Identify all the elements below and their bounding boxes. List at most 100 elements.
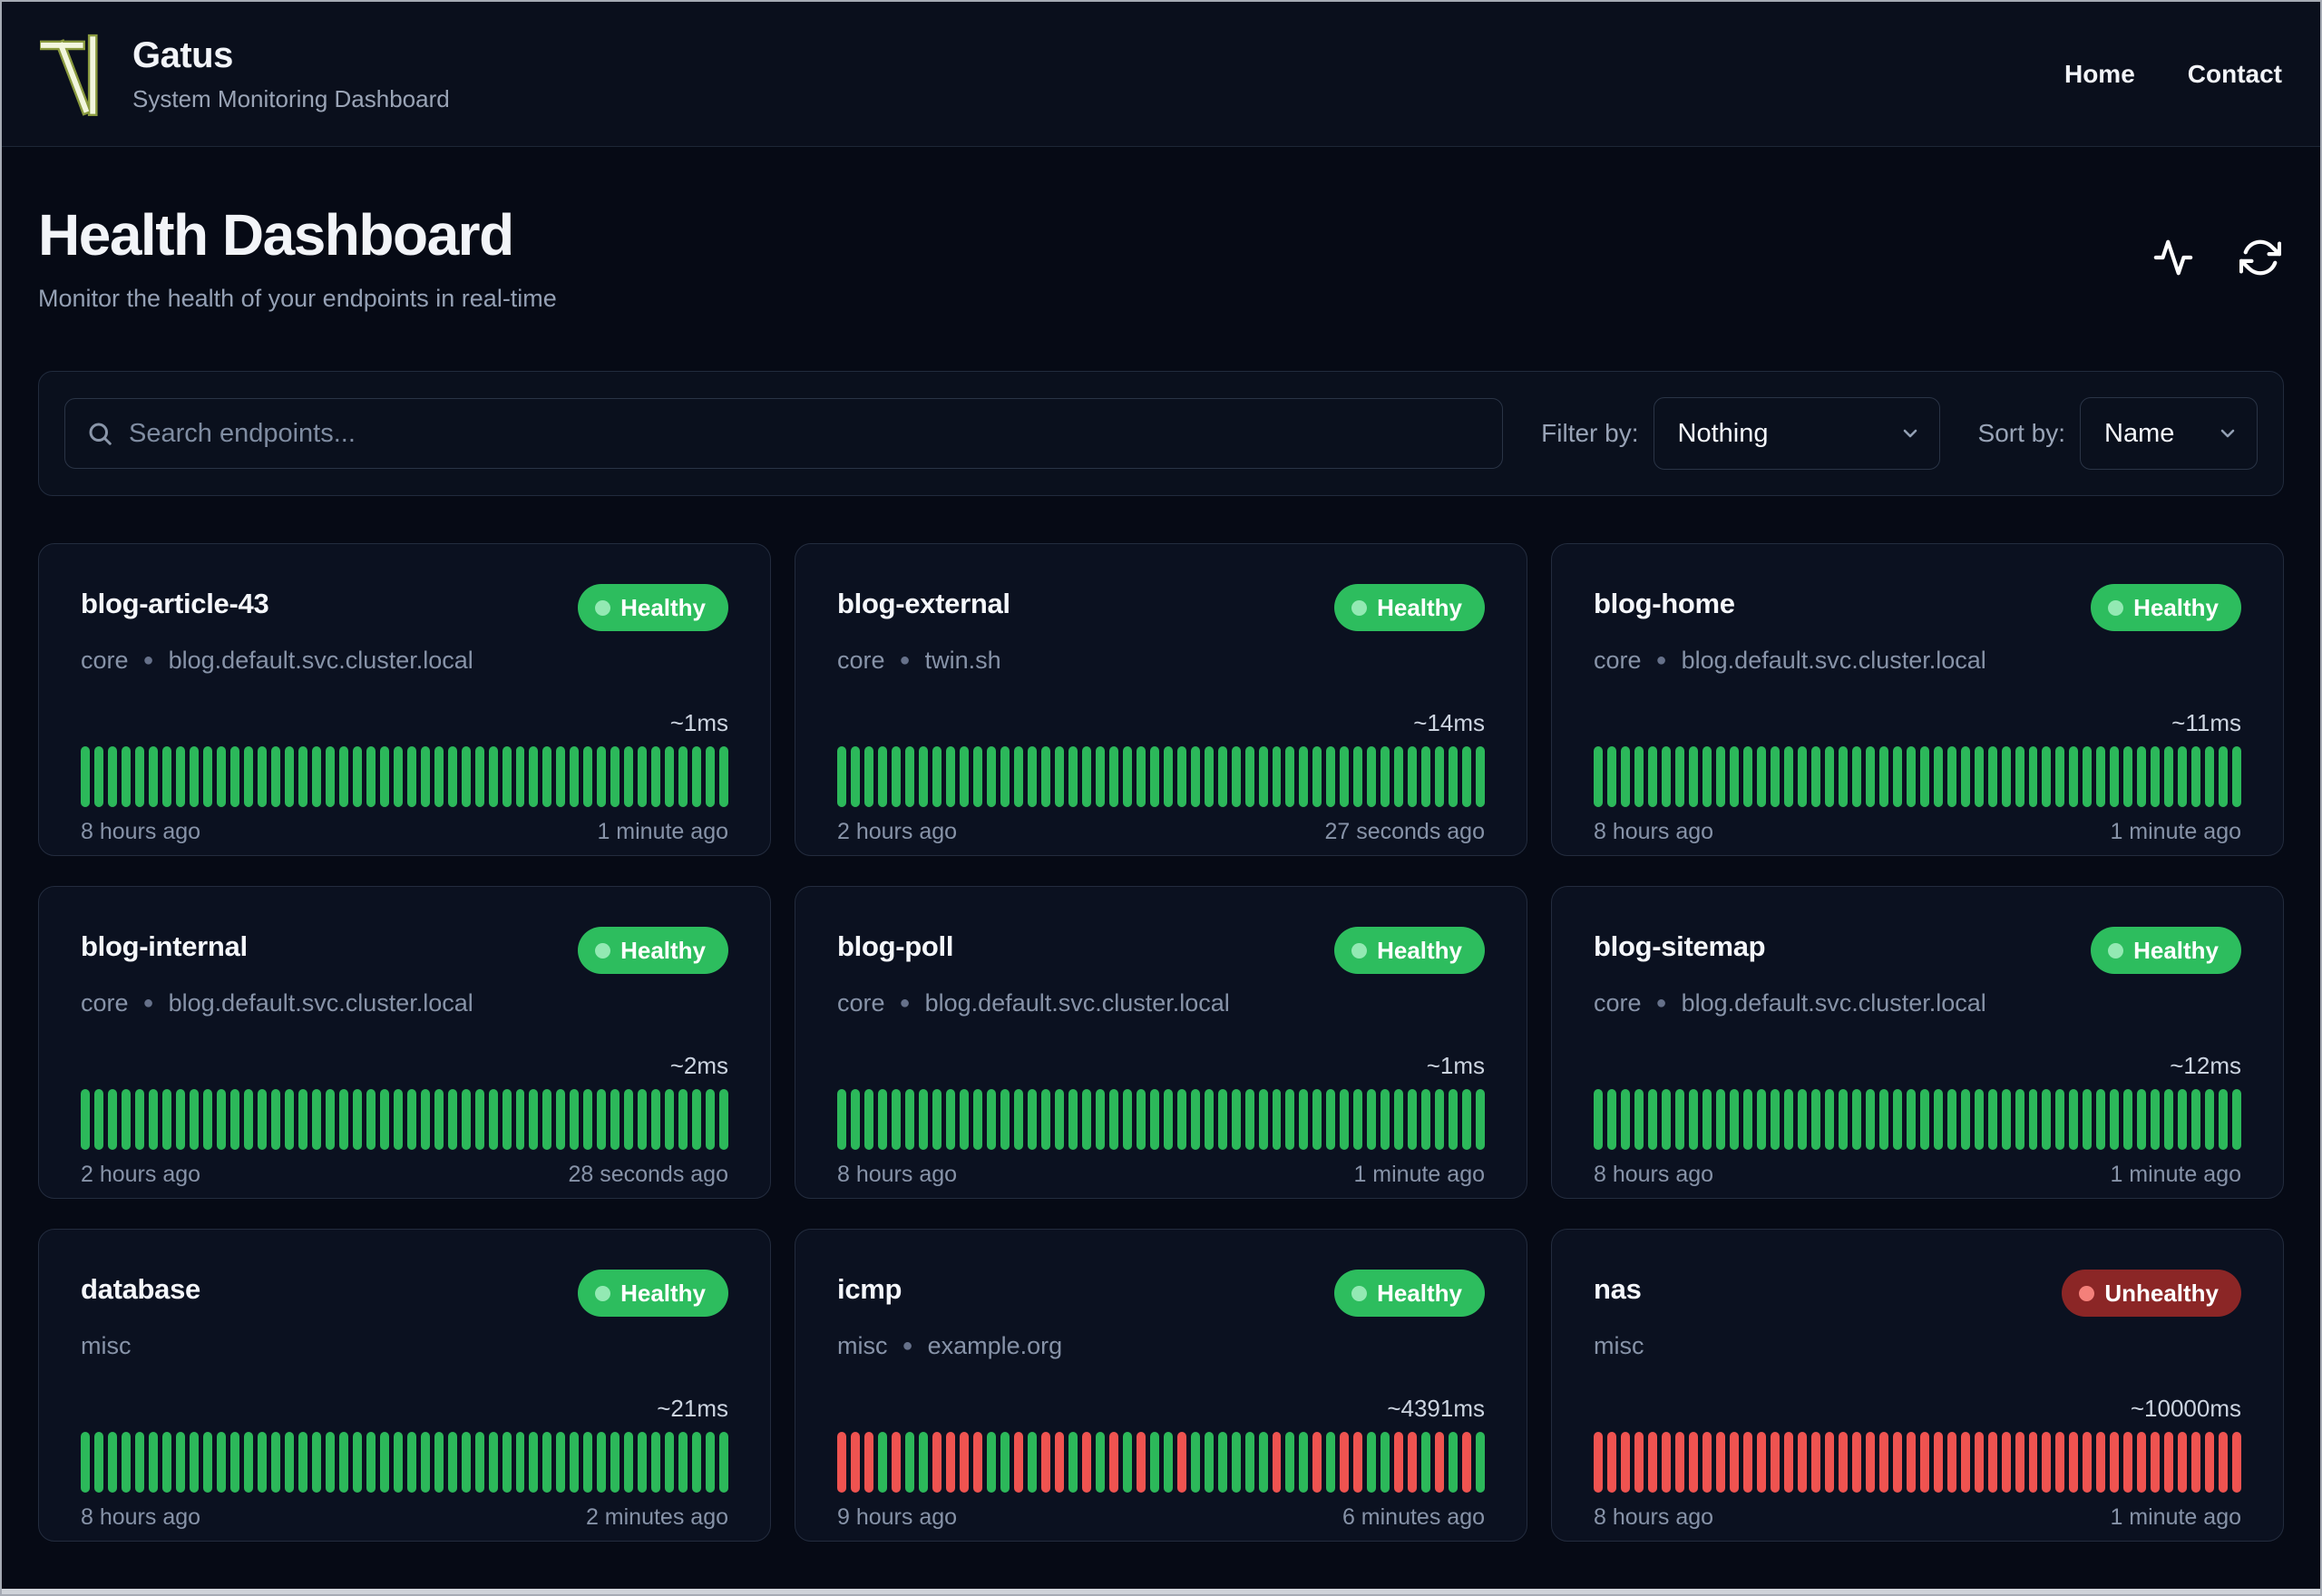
health-bar[interactable]: [665, 1432, 675, 1493]
health-bar[interactable]: [678, 1432, 688, 1493]
health-bar[interactable]: [1824, 1432, 1834, 1493]
search-input[interactable]: [64, 398, 1504, 469]
health-bar[interactable]: [1688, 1089, 1698, 1150]
health-bar[interactable]: [2232, 746, 2242, 807]
health-bar[interactable]: [837, 746, 846, 807]
health-bar[interactable]: [1919, 1432, 1929, 1493]
health-bar[interactable]: [2042, 746, 2052, 807]
health-bar[interactable]: [1272, 1089, 1282, 1150]
health-bar[interactable]: [2110, 1432, 2120, 1493]
health-bar[interactable]: [556, 1432, 566, 1493]
health-bar[interactable]: [202, 1432, 212, 1493]
health-bar[interactable]: [1770, 1089, 1780, 1150]
activity-icon[interactable]: [2150, 234, 2197, 281]
health-bar[interactable]: [904, 746, 914, 807]
health-bar[interactable]: [863, 1089, 873, 1150]
health-bar[interactable]: [1312, 1432, 1322, 1493]
health-bar[interactable]: [134, 1432, 144, 1493]
health-bar[interactable]: [1244, 1089, 1254, 1150]
health-bar[interactable]: [1081, 1089, 1091, 1150]
health-bar[interactable]: [1435, 1089, 1445, 1150]
health-bar[interactable]: [1421, 746, 1431, 807]
health-bar[interactable]: [1000, 746, 1010, 807]
health-bar[interactable]: [515, 1432, 525, 1493]
health-bar[interactable]: [1013, 1089, 1023, 1150]
health-bar[interactable]: [692, 746, 702, 807]
health-bar[interactable]: [1408, 746, 1418, 807]
health-bar[interactable]: [352, 1089, 362, 1150]
health-bar[interactable]: [2137, 1089, 2147, 1150]
health-bar[interactable]: [1620, 1089, 1630, 1150]
health-bar[interactable]: [1217, 1089, 1227, 1150]
endpoint-card[interactable]: database Healthy misc ~21ms 8 hours ago …: [38, 1229, 771, 1542]
health-bar[interactable]: [1756, 746, 1766, 807]
health-bar[interactable]: [986, 746, 996, 807]
health-bar[interactable]: [229, 1432, 239, 1493]
health-bar[interactable]: [2015, 1432, 2024, 1493]
health-bar[interactable]: [1176, 1089, 1186, 1150]
health-bar[interactable]: [2083, 746, 2093, 807]
health-bar[interactable]: [651, 1432, 661, 1493]
health-bar[interactable]: [678, 746, 688, 807]
health-bar[interactable]: [447, 746, 457, 807]
health-bar[interactable]: [420, 746, 430, 807]
health-bar[interactable]: [161, 746, 171, 807]
health-bar[interactable]: [243, 1432, 253, 1493]
health-bar[interactable]: [2042, 1432, 2052, 1493]
nav-link-contact[interactable]: Contact: [2188, 60, 2282, 89]
health-bar[interactable]: [121, 1089, 131, 1150]
health-bar[interactable]: [692, 1432, 702, 1493]
health-bar[interactable]: [1122, 1432, 1132, 1493]
health-bar[interactable]: [1824, 746, 1834, 807]
health-bar[interactable]: [1068, 746, 1078, 807]
health-bar[interactable]: [959, 746, 969, 807]
health-bar[interactable]: [1340, 746, 1350, 807]
health-bar[interactable]: [877, 1432, 887, 1493]
health-bar[interactable]: [1000, 1089, 1010, 1150]
health-bar[interactable]: [1136, 1089, 1146, 1150]
health-bar[interactable]: [1933, 746, 1943, 807]
health-bar[interactable]: [229, 746, 239, 807]
health-bar[interactable]: [1163, 1089, 1173, 1150]
health-bar[interactable]: [1987, 1432, 1997, 1493]
health-bar[interactable]: [719, 1089, 729, 1150]
health-bar[interactable]: [134, 746, 144, 807]
health-bar[interactable]: [1851, 1089, 1861, 1150]
health-bar[interactable]: [1122, 746, 1132, 807]
health-bar[interactable]: [1040, 1089, 1050, 1150]
health-bar[interactable]: [338, 1089, 348, 1150]
health-bar[interactable]: [134, 1089, 144, 1150]
health-bar[interactable]: [1231, 1432, 1241, 1493]
health-bar[interactable]: [1594, 1089, 1603, 1150]
health-bar[interactable]: [638, 1432, 648, 1493]
health-bar[interactable]: [1367, 1432, 1377, 1493]
health-bar[interactable]: [311, 1089, 321, 1150]
health-bar[interactable]: [1176, 746, 1186, 807]
health-bar[interactable]: [2219, 1089, 2229, 1150]
health-bar[interactable]: [877, 1089, 887, 1150]
health-bar[interactable]: [1661, 746, 1671, 807]
health-bar[interactable]: [461, 746, 471, 807]
health-bar[interactable]: [556, 1089, 566, 1150]
health-bar[interactable]: [502, 1432, 512, 1493]
health-bar[interactable]: [420, 1432, 430, 1493]
health-bar[interactable]: [1974, 1432, 1984, 1493]
health-bar[interactable]: [610, 746, 620, 807]
health-bar[interactable]: [1054, 1432, 1064, 1493]
health-bar[interactable]: [325, 1432, 335, 1493]
health-bar[interactable]: [1960, 746, 1970, 807]
health-bar[interactable]: [2028, 1089, 2038, 1150]
health-bar[interactable]: [959, 1432, 969, 1493]
health-bar[interactable]: [175, 746, 185, 807]
health-bar[interactable]: [1408, 1432, 1418, 1493]
health-bar[interactable]: [1231, 746, 1241, 807]
health-bar[interactable]: [1408, 1089, 1418, 1150]
health-bar[interactable]: [850, 1432, 860, 1493]
health-bar[interactable]: [1326, 746, 1336, 807]
health-bar[interactable]: [1715, 1089, 1725, 1150]
health-bar[interactable]: [1394, 1089, 1404, 1150]
health-bar[interactable]: [1783, 1432, 1793, 1493]
health-bar[interactable]: [2151, 1432, 2161, 1493]
health-bar[interactable]: [420, 1089, 430, 1150]
health-bar[interactable]: [148, 746, 158, 807]
